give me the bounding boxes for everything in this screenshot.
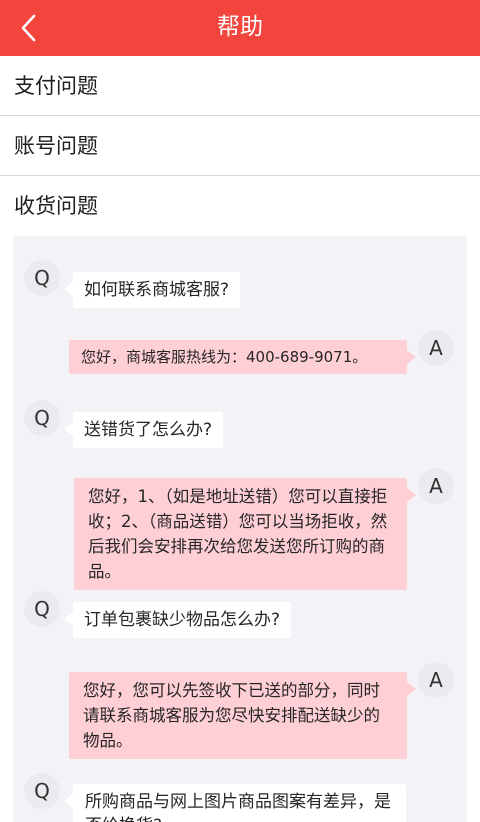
page-title: 帮助 <box>217 14 263 40</box>
answer-avatar: A <box>418 468 454 504</box>
menu-item-account[interactable]: 账号问题 <box>0 116 480 176</box>
answer-bubble: 您好，您可以先签收下已送的部分，同时请联系商城客服为您尽快安排配送缺少的物品。 <box>69 672 416 759</box>
top-bar: 帮助 <box>0 0 480 56</box>
question-bubble: 如何联系商城客服? <box>63 272 241 308</box>
menu-item-delivery[interactable]: 收货问题 <box>0 176 480 236</box>
question-avatar: Q <box>24 260 60 296</box>
question-avatar: Q <box>24 773 60 809</box>
menu-item-payment[interactable]: 支付问题 <box>0 56 480 116</box>
question-avatar: Q <box>24 400 60 436</box>
help-category-list: 支付问题 账号问题 收货问题 <box>0 56 480 236</box>
question-avatar: Q <box>24 591 60 627</box>
question-bubble: 订单包裹缺少物品怎么办? <box>63 602 292 638</box>
answer-avatar: A <box>418 330 454 366</box>
answer-bubble: 您好，1、（如是地址送错）您可以直接拒收；2、（商品送错）您可以当场拒收，然后我… <box>74 478 416 590</box>
answer-bubble: 您好，商城客服热线为：400-689-9071。 <box>69 340 416 374</box>
qa-panel: Q 如何联系商城客服? A 您好，商城客服热线为：400-689-9071。 Q… <box>13 236 467 822</box>
question-bubble: 送错货了怎么办? <box>63 412 224 448</box>
question-bubble: 所购商品与网上图片商品图案有差异，是否给换货? <box>64 784 406 822</box>
answer-avatar: A <box>418 662 454 698</box>
